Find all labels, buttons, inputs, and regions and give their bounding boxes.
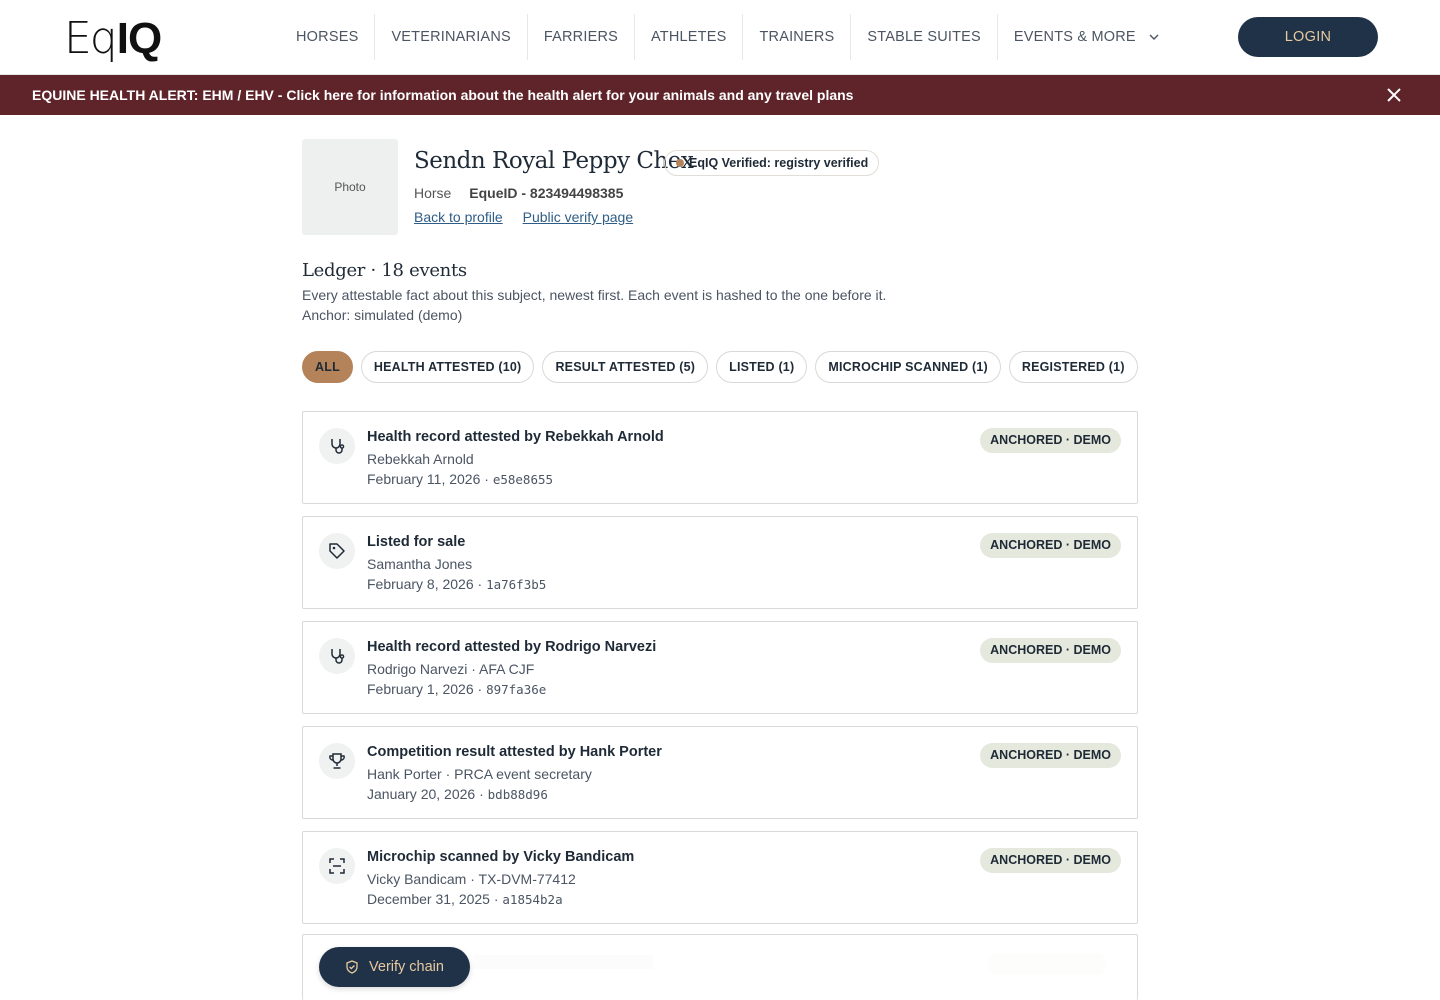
event-meta: February 11, 2026 · e58e8655: [367, 471, 553, 487]
event-meta: February 1, 2026 · 897fa36e: [367, 681, 546, 697]
ledger-anchor: Anchor: simulated (demo): [302, 307, 463, 323]
eqiq-logo[interactable]: Eq IQ: [64, 13, 162, 64]
nav-horses[interactable]: HORSES: [280, 14, 376, 60]
event-meta: February 8, 2026 · 1a76f3b5: [367, 576, 546, 592]
stethoscope-icon: [331, 649, 345, 664]
tag-icon: [329, 543, 345, 559]
ghost-title: [473, 955, 653, 969]
scan-icon: [329, 858, 345, 874]
ledger-filters: ALL HEALTH ATTESTED (10) RESULT ATTESTED…: [302, 351, 1146, 383]
site-header: Eq IQ HORSES VETERINARIANS FARRIERS ATHL…: [0, 0, 1440, 75]
anchored-badge: ANCHORED · DEMO: [980, 428, 1121, 453]
health-alert-link[interactable]: EQUINE HEALTH ALERT: EHM / EHV - Click h…: [32, 75, 853, 115]
verified-label: EqIQ Verified: registry verified: [689, 156, 869, 170]
ledger-event[interactable]: Listed for sale Samantha Jones February …: [302, 516, 1138, 609]
back-to-profile-link[interactable]: Back to profile: [414, 209, 503, 225]
main-nav: HORSES VETERINARIANS FARRIERS ATHLETES T…: [280, 14, 1176, 60]
event-hash: 897fa36e: [486, 682, 547, 697]
shield-check-icon: [346, 960, 358, 974]
profile-links: Back to profile Public verify page: [414, 209, 649, 225]
event-title: Listed for sale: [367, 534, 466, 550]
close-icon[interactable]: [1383, 84, 1405, 106]
public-verify-link[interactable]: Public verify page: [523, 209, 634, 225]
nav-athletes[interactable]: ATHLETES: [635, 14, 744, 60]
anchored-badge: ANCHORED · DEMO: [980, 638, 1121, 663]
event-icon-wrap: [319, 848, 355, 884]
event-date: February 11, 2026 ·: [367, 471, 493, 487]
ledger-event[interactable]: Competition result attested by Hank Port…: [302, 726, 1138, 819]
filter-listed[interactable]: LISTED (1): [716, 351, 808, 383]
stethoscope-icon: [331, 439, 345, 454]
logo-part-iq: IQ: [116, 14, 162, 63]
subject-name: Sendn Royal Peppy Chex: [414, 148, 694, 174]
event-hash: 1a76f3b5: [486, 577, 547, 592]
event-title: Microchip scanned by Vicky Bandicam: [367, 849, 635, 865]
event-attester: Hank Porter · PRCA event secretary: [367, 766, 592, 782]
ledger-event[interactable]: Health record attested by Rebekkah Arnol…: [302, 411, 1138, 504]
event-date: January 20, 2026 ·: [367, 786, 488, 802]
filter-microchip-scanned[interactable]: MICROCHIP SCANNED (1): [815, 351, 1001, 383]
verified-badge: EqIQ Verified: registry verified: [664, 150, 880, 176]
event-attester: Rodrigo Narvezi · AFA CJF: [367, 661, 535, 677]
verify-chain-label: Verify chain: [369, 959, 444, 975]
event-date: December 31, 2025 ·: [367, 891, 503, 907]
nav-trainers[interactable]: TRAINERS: [743, 14, 852, 60]
ledger-title: Ledger · 18 events: [302, 260, 467, 281]
filter-all[interactable]: ALL: [302, 351, 353, 383]
subject-equeid: EqueID - 823494498385: [469, 185, 624, 201]
anchored-badge: ANCHORED · DEMO: [980, 533, 1121, 558]
event-hash: bdb88d96: [487, 787, 548, 802]
event-title: Health record attested by Rodrigo Narvez…: [367, 639, 657, 655]
event-icon-wrap: [319, 743, 355, 779]
event-hash: a1854b2a: [502, 892, 563, 907]
anchored-badge: ANCHORED · DEMO: [980, 848, 1121, 873]
event-icon-wrap: [319, 428, 355, 464]
event-hash: e58e8655: [492, 472, 554, 487]
event-title: Health record attested by Rebekkah Arnol…: [367, 429, 664, 445]
event-meta: December 31, 2025 · a1854b2a: [367, 891, 563, 907]
nav-farriers[interactable]: FARRIERS: [528, 14, 635, 60]
logo-part-eq: Eq: [64, 13, 118, 64]
health-alert-banner: EQUINE HEALTH ALERT: EHM / EHV - Click h…: [0, 75, 1440, 115]
event-title: Competition result attested by Hank Port…: [367, 744, 662, 760]
nav-events-more[interactable]: EVENTS & MORE: [998, 14, 1176, 60]
login-button[interactable]: LOGIN: [1238, 17, 1378, 57]
verified-dot-icon: [676, 159, 684, 167]
filter-registered[interactable]: REGISTERED (1): [1008, 351, 1138, 383]
filter-health-attested[interactable]: HEALTH ATTESTED (10): [360, 351, 535, 383]
subject-type: Horse: [414, 185, 452, 201]
verify-chain-button[interactable]: Verify chain: [319, 947, 470, 987]
nav-stable-suites[interactable]: STABLE SUITES: [851, 14, 998, 60]
event-date: February 1, 2026 ·: [367, 681, 487, 697]
ledger-event[interactable]: Microchip scanned by Vicky Bandicam Vick…: [302, 831, 1138, 924]
trophy-icon: [329, 753, 345, 769]
ledger-event[interactable]: Health record attested by Rodrigo Narvez…: [302, 621, 1138, 714]
subject-photo: Photo: [302, 139, 398, 235]
ledger-description: Every attestable fact about this subject…: [302, 287, 887, 303]
event-date: February 8, 2026 ·: [367, 576, 487, 592]
chevron-down-icon: [1149, 34, 1159, 40]
subject-meta: Horse EqueID - 823494498385: [414, 185, 623, 201]
nav-events-more-label: EVENTS & MORE: [1013, 29, 1136, 45]
event-icon-wrap: [319, 533, 355, 569]
ghost-badge: [987, 953, 1107, 975]
event-attester: Vicky Bandicam · TX-DVM-77412: [367, 871, 576, 887]
event-icon-wrap: [319, 638, 355, 674]
event-attester: Samantha Jones: [367, 556, 473, 572]
filter-result-attested[interactable]: RESULT ATTESTED (5): [542, 351, 709, 383]
nav-veterinarians[interactable]: VETERINARIANS: [375, 14, 528, 60]
anchored-badge: ANCHORED · DEMO: [980, 743, 1121, 768]
event-attester: Rebekkah Arnold: [367, 451, 474, 467]
event-meta: January 20, 2026 · bdb88d96: [367, 786, 548, 802]
